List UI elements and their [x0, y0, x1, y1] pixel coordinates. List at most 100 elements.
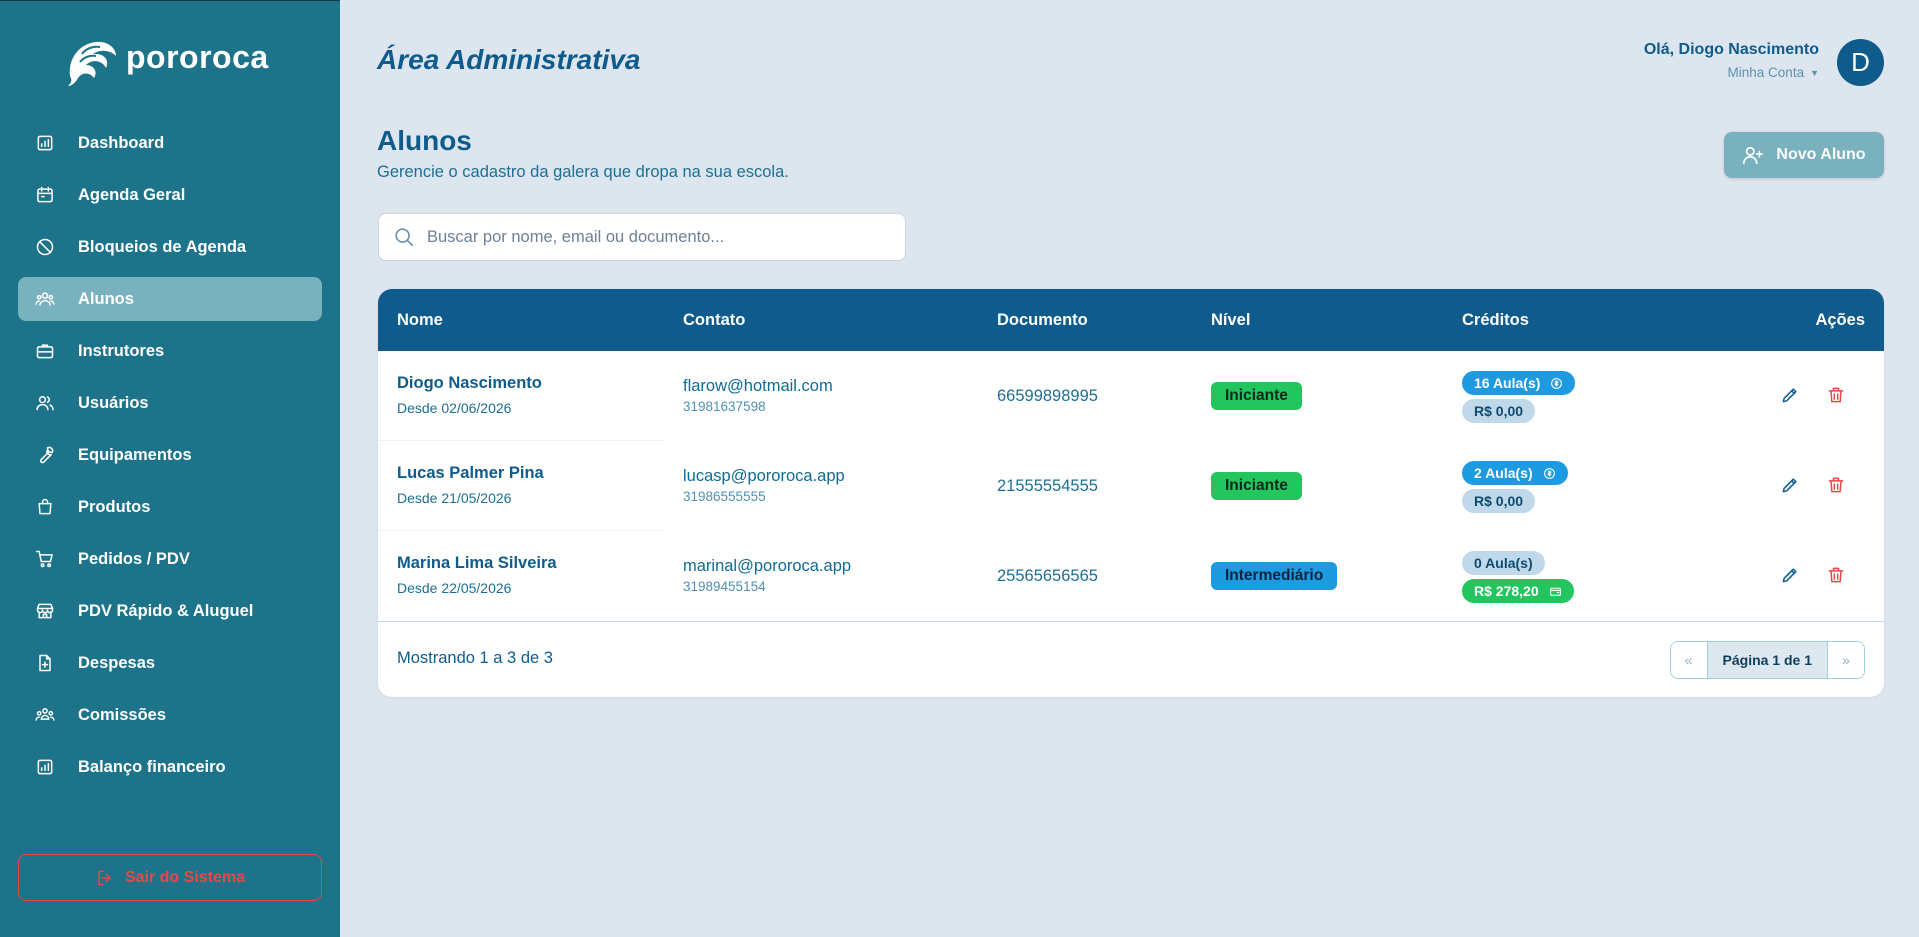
table-row: Lucas Palmer Pina Desde 21/05/2026 lucas…	[378, 441, 1884, 531]
sidebar-item-usuarios[interactable]: Usuários	[18, 381, 322, 425]
store-icon	[34, 600, 56, 622]
balance-chip: R$ 0,00	[1462, 399, 1536, 423]
delete-icon[interactable]	[1826, 475, 1846, 495]
lessons-count: 2 Aula(s)	[1474, 465, 1533, 481]
column-header-contact[interactable]: Contato	[683, 311, 745, 330]
page-subtitle: Gerencie o cadastro da galera que dropa …	[377, 163, 789, 181]
sidebar-item-dashboard[interactable]: Dashboard	[18, 121, 322, 165]
balance-chip: R$ 278,20	[1462, 579, 1574, 603]
sidebar-item-balanco[interactable]: Balanço financeiro	[18, 745, 322, 789]
prev-page-button[interactable]: «	[1670, 642, 1707, 678]
current-page: Página 1 de 1	[1706, 642, 1828, 678]
wallet-icon	[1549, 587, 1561, 596]
logout-label: Sair do Sistema	[124, 868, 246, 886]
column-header-actions: Ações	[1815, 311, 1865, 329]
student-email: flarow@hotmail.com	[683, 377, 833, 395]
pagination-summary: Mostrando 1 a 3 de 3	[397, 649, 553, 667]
sidebar-item-agenda-geral[interactable]: Agenda Geral	[18, 173, 322, 217]
sidebar-item-label: Pedidos / PDV	[78, 549, 190, 568]
search-input[interactable]	[427, 227, 897, 247]
calendar-icon	[34, 184, 56, 206]
row-actions	[1780, 385, 1846, 405]
user-greeting: Olá, Diogo Nascimento	[1643, 41, 1819, 58]
credits-cell: 2 Aula(s) R$ 0,00	[1462, 461, 1568, 517]
student-since: Desde 02/06/2026	[397, 400, 512, 416]
column-header-level[interactable]: Nível	[1211, 311, 1250, 330]
next-page-button[interactable]: »	[1828, 642, 1864, 678]
coin-icon	[1551, 377, 1563, 389]
caret-down-icon: ▼	[1810, 68, 1819, 78]
coin-icon	[1543, 467, 1555, 479]
brand-logo[interactable]: pororoca	[60, 31, 269, 91]
level-badge: Iniciante	[1211, 472, 1302, 500]
logout-icon	[98, 870, 111, 885]
table-row: Marina Lima Silveira Desde 22/05/2026 ma…	[378, 531, 1884, 621]
user-menu: Olá, Diogo Nascimento Minha Conta ▼	[1644, 41, 1819, 80]
lessons-count: 0 Aula(s)	[1474, 555, 1533, 571]
users-icon	[34, 288, 56, 310]
sidebar-item-label: Dashboard	[78, 133, 165, 152]
lessons-chip: 16 Aula(s)	[1462, 371, 1576, 395]
row-actions	[1780, 565, 1846, 585]
credits-cell: 16 Aula(s) R$ 0,00	[1462, 371, 1576, 427]
new-student-button[interactable]: Novo Aluno	[1724, 132, 1884, 178]
sidebar-item-instrutores[interactable]: Instrutores	[18, 329, 322, 373]
student-name: Lucas Palmer Pina	[397, 464, 544, 482]
admin-area-title: Área Administrativa	[377, 44, 641, 75]
level-badge: Intermediário	[1211, 562, 1338, 590]
wave-logo-icon	[68, 41, 116, 86]
sidebar-item-label: Bloqueios de Agenda	[78, 237, 247, 256]
students-table: Nome Contato Documento Nível Créditos Aç…	[378, 289, 1884, 697]
sidebar-item-label: Usuários	[78, 393, 149, 412]
sidebar-item-label: Comissões	[78, 705, 167, 724]
balance-value: R$ 278,20	[1474, 583, 1539, 599]
column-header-document[interactable]: Documento	[997, 311, 1088, 330]
bar-chart-icon	[34, 756, 56, 778]
credits-cell: 0 Aula(s) R$ 278,20	[1462, 551, 1574, 607]
account-menu-toggle[interactable]: Minha Conta ▼	[1644, 65, 1819, 80]
search-icon	[395, 228, 414, 247]
new-student-label: Novo Aluno	[1776, 146, 1866, 163]
edit-icon[interactable]	[1780, 565, 1800, 585]
bar-chart-icon	[34, 132, 56, 154]
user-plus-icon	[1743, 146, 1764, 165]
sidebar-item-pedidos[interactable]: Pedidos / PDV	[18, 537, 322, 581]
sidebar-item-label: Produtos	[78, 497, 151, 516]
sidebar-item-equipamentos[interactable]: Equipamentos	[18, 433, 322, 477]
page-title: Alunos	[377, 125, 472, 156]
wrench-icon	[34, 444, 56, 466]
sidebar-item-label: PDV Rápido & Aluguel	[78, 601, 254, 620]
sidebar-item-label: Agenda Geral	[78, 185, 186, 204]
student-email: lucasp@pororoca.app	[683, 467, 845, 485]
table-row: Diogo Nascimento Desde 02/06/2026 flarow…	[378, 351, 1884, 441]
student-document: 25565656565	[997, 567, 1098, 585]
edit-icon[interactable]	[1780, 475, 1800, 495]
sidebar-item-label: Equipamentos	[78, 445, 192, 464]
delete-icon[interactable]	[1826, 565, 1846, 585]
ban-icon	[34, 236, 56, 258]
sidebar-nav: Dashboard Agenda Geral Bloqueios de Agen…	[18, 121, 322, 797]
sidebar-item-pdv-rapido[interactable]: PDV Rápido & Aluguel	[18, 589, 322, 633]
edit-icon[interactable]	[1780, 385, 1800, 405]
briefcase-icon	[34, 340, 56, 362]
sidebar-item-produtos[interactable]: Produtos	[18, 485, 322, 529]
logout-button[interactable]: Sair do Sistema	[18, 854, 322, 901]
student-name: Marina Lima Silveira	[397, 554, 557, 572]
sidebar-item-label: Instrutores	[78, 341, 165, 360]
table-header: Nome Contato Documento Nível Créditos Aç…	[378, 289, 1884, 351]
pagination: « Página 1 de 1 »	[1669, 641, 1865, 679]
avatar[interactable]: D	[1837, 39, 1884, 86]
row-actions	[1780, 475, 1846, 495]
delete-icon[interactable]	[1826, 385, 1846, 405]
student-document: 66599898995	[997, 387, 1098, 405]
student-email: marinal@pororoca.app	[683, 557, 852, 575]
sidebar-item-despesas[interactable]: Despesas	[18, 641, 322, 685]
column-header-credits[interactable]: Créditos	[1462, 311, 1529, 330]
student-phone: 31986555555	[683, 489, 766, 504]
sidebar-item-label: Despesas	[78, 653, 156, 672]
sidebar-item-alunos[interactable]: Alunos	[18, 277, 322, 321]
lessons-count: 16 Aula(s)	[1474, 375, 1541, 391]
sidebar-item-comissoes[interactable]: Comissões	[18, 693, 322, 737]
sidebar-item-bloqueios[interactable]: Bloqueios de Agenda	[18, 225, 322, 269]
column-header-name[interactable]: Nome	[397, 311, 443, 330]
